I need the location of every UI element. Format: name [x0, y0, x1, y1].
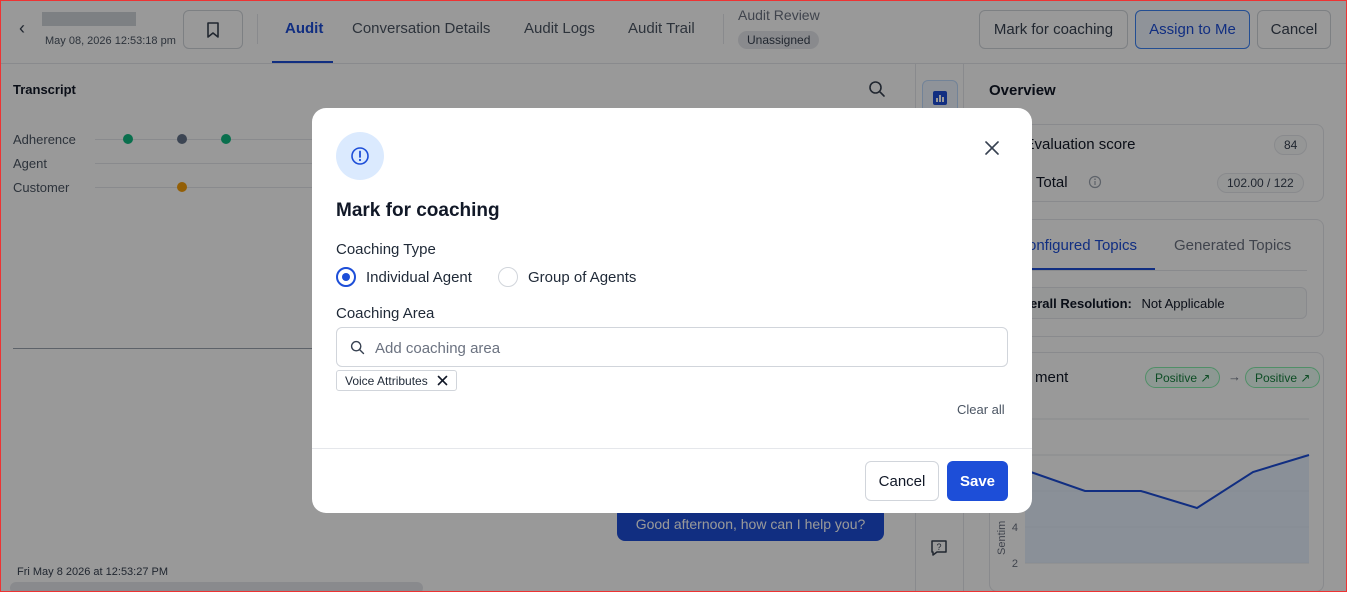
mark-for-coaching-dialog: Mark for coaching Coaching Type Individu…	[312, 108, 1032, 513]
radio-individual-agent[interactable]	[336, 267, 356, 287]
radio-label-group-of-agents[interactable]: Group of Agents	[528, 269, 636, 286]
coaching-type-label: Coaching Type	[336, 241, 436, 258]
coaching-area-search[interactable]	[336, 327, 1008, 367]
clear-all-link[interactable]: Clear all	[957, 402, 1005, 417]
coaching-area-chip: Voice Attributes	[336, 370, 457, 391]
radio-label-individual-agent[interactable]: Individual Agent	[366, 269, 472, 286]
chip-label: Voice Attributes	[345, 374, 428, 388]
dialog-cancel-button[interactable]: Cancel	[865, 461, 939, 501]
coaching-area-input[interactable]	[375, 336, 995, 360]
coaching-area-label: Coaching Area	[336, 305, 435, 322]
remove-chip-icon[interactable]	[437, 375, 448, 386]
alert-icon	[336, 132, 384, 180]
dialog-title: Mark for coaching	[336, 200, 500, 221]
radio-group-of-agents[interactable]	[498, 267, 518, 287]
dialog-footer-divider	[312, 448, 1032, 449]
close-icon[interactable]	[980, 136, 1004, 160]
search-icon	[350, 340, 365, 355]
dialog-save-button[interactable]: Save	[947, 461, 1008, 501]
